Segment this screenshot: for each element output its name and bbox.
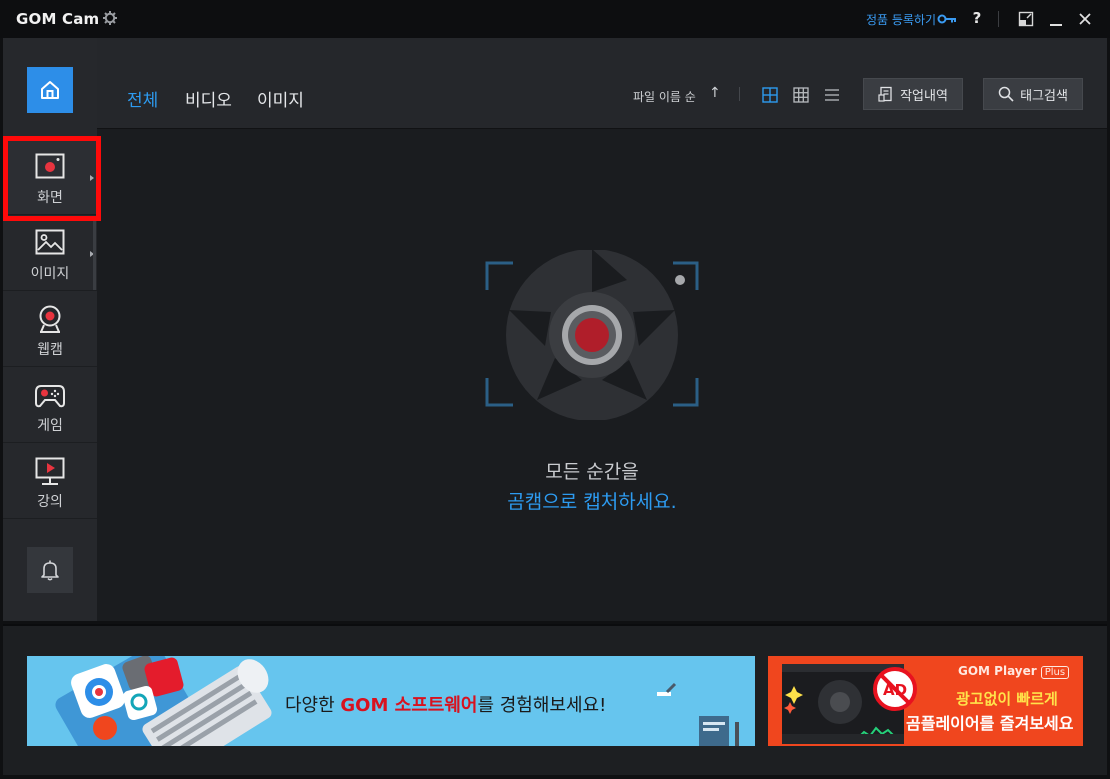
app-title: GOM Cam: [16, 10, 100, 28]
banner-text: 다양한 GOM 소프트웨어를 경험해보세요!: [285, 691, 606, 717]
highlight-annotation: [3, 136, 101, 221]
gp-subheadline: 곰플레이어를 즐겨보세요: [906, 714, 1074, 733]
tab-image[interactable]: 이미지: [257, 86, 304, 111]
empty-state: 모든 순간을 곰캠으로 캡처하세요.: [97, 130, 1107, 621]
gp-plus-badge: Plus: [1040, 666, 1070, 679]
empty-state-title: 모든 순간을: [545, 461, 639, 483]
gp-headline: 광고없이 빠르게: [956, 690, 1058, 708]
tag-search-button[interactable]: 태그검색: [983, 78, 1083, 110]
register-license-link[interactable]: 정품 등록하기: [866, 11, 936, 28]
camera-aperture-icon: [485, 250, 699, 420]
webcam-icon: [39, 305, 61, 333]
filter-divider: [739, 87, 740, 101]
list-view-icon[interactable]: [824, 87, 840, 103]
home-button[interactable]: [27, 67, 73, 113]
lecture-icon: [35, 457, 65, 485]
banner-illustration-icon: [55, 656, 272, 746]
sidebar-scrollbar[interactable]: [93, 220, 96, 290]
banner-text-highlight: GOM 소프트웨어: [340, 695, 478, 716]
history-button[interactable]: 작업내역: [863, 78, 963, 110]
close-icon[interactable]: [1077, 11, 1093, 27]
banner-text-suffix: 를 경험해보세요!: [477, 695, 607, 716]
tab-all[interactable]: 전체: [127, 86, 158, 111]
home-icon: [41, 81, 59, 99]
empty-state-subtitle: 곰캠으로 캡처하세요.: [507, 491, 677, 513]
sort-dropdown[interactable]: 파일 이름 순: [633, 88, 696, 105]
help-icon[interactable]: ?: [970, 9, 984, 27]
sidebar-item-label: 이미지: [30, 266, 70, 282]
sidebar-item-game[interactable]: 게임: [3, 369, 97, 443]
sidebar-item-label: 게임: [37, 418, 63, 434]
history-icon: [878, 86, 892, 102]
small-grid-view-icon[interactable]: [793, 87, 809, 103]
settings-gear-icon[interactable]: [102, 10, 118, 26]
key-icon[interactable]: [937, 12, 957, 26]
gom-player-plus-banner[interactable]: AD GOM PlayerPlus 광고없이 빠르게 곰플레이어를 즐겨보세요: [768, 656, 1083, 746]
minimize-icon[interactable]: [1049, 11, 1063, 27]
gom-player-plus-logo: GOM Player Plus: [958, 664, 1070, 679]
no-ads-icon: AD: [873, 667, 917, 711]
sidebar-item-label: 웹캠: [37, 342, 63, 358]
banner-text-prefix: 다양한: [285, 695, 341, 716]
gamepad-icon: [35, 385, 65, 408]
sidebar-item-image[interactable]: 이미지: [3, 217, 97, 291]
tab-video[interactable]: 비디오: [185, 86, 232, 111]
pen-icon: [657, 682, 677, 696]
search-icon: [998, 86, 1014, 102]
titlebar-divider: [998, 11, 999, 27]
bell-icon: [41, 560, 59, 581]
title-bar: GOM Cam 정품 등록하기 ?: [0, 0, 1110, 38]
gp-brand-text: GOM Player: [958, 664, 1037, 678]
history-button-label: 작업내역: [900, 88, 948, 104]
notification-button[interactable]: [27, 547, 73, 593]
sort-direction-icon[interactable]: ↑: [709, 85, 721, 101]
mini-mode-icon[interactable]: [1018, 11, 1034, 27]
image-icon: [35, 229, 65, 255]
sidebar-item-webcam[interactable]: 웹캠: [3, 293, 97, 367]
tag-search-label: 태그검색: [1020, 88, 1068, 104]
large-grid-view-icon[interactable]: [762, 87, 778, 103]
sidebar-item-lecture[interactable]: 강의: [3, 445, 97, 519]
notebook-icon: [699, 716, 739, 746]
gom-software-banner[interactable]: 다양한 GOM 소프트웨어를 경험해보세요!: [27, 656, 755, 746]
sidebar-item-label: 강의: [37, 494, 63, 510]
